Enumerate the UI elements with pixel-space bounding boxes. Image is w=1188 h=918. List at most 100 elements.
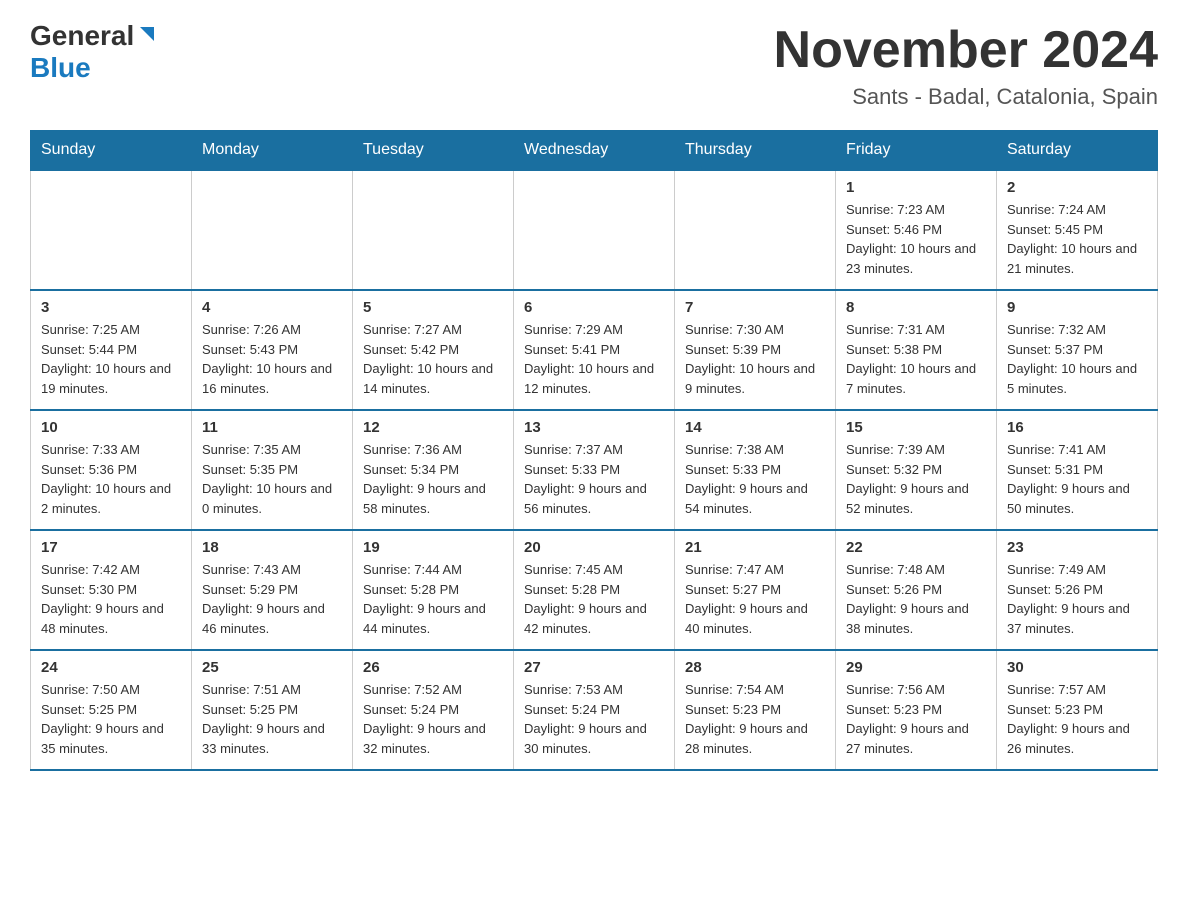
day-info: Sunrise: 7:49 AM Sunset: 5:26 PM Dayligh… xyxy=(1007,560,1147,638)
calendar-cell xyxy=(353,170,514,290)
day-info: Sunrise: 7:45 AM Sunset: 5:28 PM Dayligh… xyxy=(524,560,664,638)
calendar-cell: 20 Sunrise: 7:45 AM Sunset: 5:28 PM Dayli… xyxy=(514,530,675,650)
calendar-cell: 16Sunrise: 7:41 AM Sunset: 5:31 PM Dayli… xyxy=(997,410,1158,530)
logo-general-text: General xyxy=(30,20,134,52)
calendar-cell: 28Sunrise: 7:54 AM Sunset: 5:23 PM Dayli… xyxy=(675,650,836,770)
day-of-week-header: Saturday xyxy=(997,131,1158,171)
day-info: Sunrise: 7:43 AM Sunset: 5:29 PM Dayligh… xyxy=(202,560,342,638)
day-info: Sunrise: 7:25 AM Sunset: 5:44 PM Dayligh… xyxy=(41,320,181,398)
day-number: 9 xyxy=(1007,299,1147,316)
calendar-cell: 3 Sunrise: 7:25 AM Sunset: 5:44 PM Daylig… xyxy=(31,290,192,410)
day-number: 13 xyxy=(524,419,664,436)
calendar-cell: 1 Sunrise: 7:23 AM Sunset: 5:46 PM Daylig… xyxy=(836,170,997,290)
day-of-week-header: Thursday xyxy=(675,131,836,171)
day-number: 7 xyxy=(685,299,825,316)
day-info: Sunrise: 7:27 AM Sunset: 5:42 PM Dayligh… xyxy=(363,320,503,398)
logo-blue-text: Blue xyxy=(30,52,91,84)
day-of-week-header: Friday xyxy=(836,131,997,171)
calendar-cell: 26Sunrise: 7:52 AM Sunset: 5:24 PM Dayli… xyxy=(353,650,514,770)
calendar-cell: 24Sunrise: 7:50 AM Sunset: 5:25 PM Dayli… xyxy=(31,650,192,770)
calendar-header-row: SundayMondayTuesdayWednesdayThursdayFrid… xyxy=(31,131,1158,171)
day-info: Sunrise: 7:39 AM Sunset: 5:32 PM Dayligh… xyxy=(846,440,986,518)
calendar-cell: 9 Sunrise: 7:32 AM Sunset: 5:37 PM Daylig… xyxy=(997,290,1158,410)
calendar-cell: 18 Sunrise: 7:43 AM Sunset: 5:29 PM Dayli… xyxy=(192,530,353,650)
day-number: 30 xyxy=(1007,659,1147,676)
calendar-cell: 4 Sunrise: 7:26 AM Sunset: 5:43 PM Daylig… xyxy=(192,290,353,410)
day-number: 21 xyxy=(685,539,825,556)
day-number: 2 xyxy=(1007,179,1147,196)
day-info: Sunrise: 7:57 AM Sunset: 5:23 PM Dayligh… xyxy=(1007,680,1147,758)
title-section: November 2024 Sants - Badal, Catalonia, … xyxy=(774,20,1158,110)
day-number: 29 xyxy=(846,659,986,676)
calendar-week-row: 1 Sunrise: 7:23 AM Sunset: 5:46 PM Daylig… xyxy=(31,170,1158,290)
day-number: 15 xyxy=(846,419,986,436)
day-info: Sunrise: 7:23 AM Sunset: 5:46 PM Dayligh… xyxy=(846,200,986,278)
calendar-cell: 11 Sunrise: 7:35 AM Sunset: 5:35 PM Dayli… xyxy=(192,410,353,530)
day-info: Sunrise: 7:24 AM Sunset: 5:45 PM Dayligh… xyxy=(1007,200,1147,278)
day-info: Sunrise: 7:42 AM Sunset: 5:30 PM Dayligh… xyxy=(41,560,181,638)
day-number: 4 xyxy=(202,299,342,316)
day-number: 14 xyxy=(685,419,825,436)
day-number: 22 xyxy=(846,539,986,556)
day-info: Sunrise: 7:31 AM Sunset: 5:38 PM Dayligh… xyxy=(846,320,986,398)
calendar-cell: 8 Sunrise: 7:31 AM Sunset: 5:38 PM Daylig… xyxy=(836,290,997,410)
day-number: 10 xyxy=(41,419,181,436)
day-info: Sunrise: 7:35 AM Sunset: 5:35 PM Dayligh… xyxy=(202,440,342,518)
day-number: 1 xyxy=(846,179,986,196)
day-number: 23 xyxy=(1007,539,1147,556)
day-number: 12 xyxy=(363,419,503,436)
day-number: 19 xyxy=(363,539,503,556)
logo: General Blue xyxy=(30,20,158,84)
main-title: November 2024 xyxy=(774,20,1158,80)
day-number: 24 xyxy=(41,659,181,676)
calendar-cell: 27 Sunrise: 7:53 AM Sunset: 5:24 PM Dayli… xyxy=(514,650,675,770)
day-info: Sunrise: 7:48 AM Sunset: 5:26 PM Dayligh… xyxy=(846,560,986,638)
calendar-cell: 29 Sunrise: 7:56 AM Sunset: 5:23 PM Dayli… xyxy=(836,650,997,770)
day-info: Sunrise: 7:29 AM Sunset: 5:41 PM Dayligh… xyxy=(524,320,664,398)
calendar-cell: 23 Sunrise: 7:49 AM Sunset: 5:26 PM Dayli… xyxy=(997,530,1158,650)
day-number: 5 xyxy=(363,299,503,316)
day-number: 6 xyxy=(524,299,664,316)
day-number: 3 xyxy=(41,299,181,316)
calendar-week-row: 10 Sunrise: 7:33 AM Sunset: 5:36 PM Dayli… xyxy=(31,410,1158,530)
day-info: Sunrise: 7:52 AM Sunset: 5:24 PM Dayligh… xyxy=(363,680,503,758)
day-info: Sunrise: 7:53 AM Sunset: 5:24 PM Dayligh… xyxy=(524,680,664,758)
day-number: 8 xyxy=(846,299,986,316)
day-info: Sunrise: 7:32 AM Sunset: 5:37 PM Dayligh… xyxy=(1007,320,1147,398)
day-info: Sunrise: 7:30 AM Sunset: 5:39 PM Dayligh… xyxy=(685,320,825,398)
calendar-week-row: 17Sunrise: 7:42 AM Sunset: 5:30 PM Dayli… xyxy=(31,530,1158,650)
calendar-cell: 14 Sunrise: 7:38 AM Sunset: 5:33 PM Dayli… xyxy=(675,410,836,530)
day-of-week-header: Wednesday xyxy=(514,131,675,171)
day-info: Sunrise: 7:33 AM Sunset: 5:36 PM Dayligh… xyxy=(41,440,181,518)
day-number: 27 xyxy=(524,659,664,676)
calendar-cell: 13 Sunrise: 7:37 AM Sunset: 5:33 PM Dayli… xyxy=(514,410,675,530)
calendar-week-row: 24Sunrise: 7:50 AM Sunset: 5:25 PM Dayli… xyxy=(31,650,1158,770)
day-info: Sunrise: 7:56 AM Sunset: 5:23 PM Dayligh… xyxy=(846,680,986,758)
logo-triangle-icon xyxy=(136,23,158,45)
calendar-cell: 30 Sunrise: 7:57 AM Sunset: 5:23 PM Dayli… xyxy=(997,650,1158,770)
calendar-cell: 2 Sunrise: 7:24 AM Sunset: 5:45 PM Daylig… xyxy=(997,170,1158,290)
calendar-cell xyxy=(192,170,353,290)
calendar-cell: 19 Sunrise: 7:44 AM Sunset: 5:28 PM Dayli… xyxy=(353,530,514,650)
calendar-cell: 6 Sunrise: 7:29 AM Sunset: 5:41 PM Daylig… xyxy=(514,290,675,410)
day-info: Sunrise: 7:26 AM Sunset: 5:43 PM Dayligh… xyxy=(202,320,342,398)
calendar-cell xyxy=(514,170,675,290)
calendar-cell: 25Sunrise: 7:51 AM Sunset: 5:25 PM Dayli… xyxy=(192,650,353,770)
day-info: Sunrise: 7:38 AM Sunset: 5:33 PM Dayligh… xyxy=(685,440,825,518)
calendar-cell: 12Sunrise: 7:36 AM Sunset: 5:34 PM Dayli… xyxy=(353,410,514,530)
day-number: 18 xyxy=(202,539,342,556)
day-number: 11 xyxy=(202,419,342,436)
calendar-table: SundayMondayTuesdayWednesdayThursdayFrid… xyxy=(30,130,1158,771)
calendar-cell: 7 Sunrise: 7:30 AM Sunset: 5:39 PM Daylig… xyxy=(675,290,836,410)
day-of-week-header: Monday xyxy=(192,131,353,171)
page-header: General Blue November 2024 Sants - Badal… xyxy=(30,20,1158,110)
calendar-cell: 22 Sunrise: 7:48 AM Sunset: 5:26 PM Dayli… xyxy=(836,530,997,650)
calendar-cell: 10 Sunrise: 7:33 AM Sunset: 5:36 PM Dayli… xyxy=(31,410,192,530)
day-info: Sunrise: 7:44 AM Sunset: 5:28 PM Dayligh… xyxy=(363,560,503,638)
day-info: Sunrise: 7:37 AM Sunset: 5:33 PM Dayligh… xyxy=(524,440,664,518)
calendar-cell: 21 Sunrise: 7:47 AM Sunset: 5:27 PM Dayli… xyxy=(675,530,836,650)
calendar-cell xyxy=(31,170,192,290)
day-number: 20 xyxy=(524,539,664,556)
day-info: Sunrise: 7:47 AM Sunset: 5:27 PM Dayligh… xyxy=(685,560,825,638)
day-info: Sunrise: 7:54 AM Sunset: 5:23 PM Dayligh… xyxy=(685,680,825,758)
